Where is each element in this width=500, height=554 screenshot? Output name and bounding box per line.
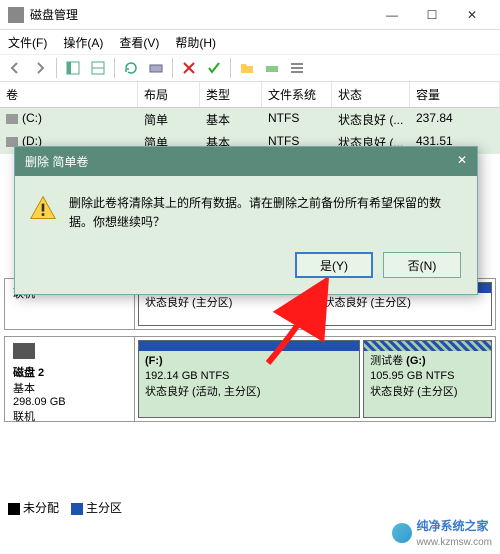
menu-file[interactable]: 文件(F)	[8, 34, 47, 51]
dialog-title: 删除 简单卷	[25, 153, 88, 170]
disk-type: 基本	[13, 380, 126, 396]
table-row[interactable]: (C:) 简单 基本 NTFS 状态良好 (... 237.84	[0, 108, 500, 131]
menu-view[interactable]: 查看(V)	[119, 34, 159, 51]
back-button[interactable]	[4, 57, 26, 79]
toolbar	[0, 54, 500, 82]
menu-help[interactable]: 帮助(H)	[175, 34, 216, 51]
legend: 未分配 主分区	[8, 499, 122, 516]
watermark-url: www.kzmsw.com	[416, 537, 492, 548]
folder-icon[interactable]	[236, 57, 258, 79]
check-icon[interactable]	[203, 57, 225, 79]
header-status[interactable]: 状态	[332, 82, 410, 107]
yes-button[interactable]: 是(Y)	[295, 252, 373, 278]
disk-icon[interactable]	[145, 57, 167, 79]
dialog-close-button[interactable]: ✕	[457, 153, 467, 170]
delete-volume-dialog: 删除 简单卷 ✕ 删除此卷将清除其上的所有数据。请在删除之前备份所有希望保留的数…	[14, 146, 478, 295]
view1-icon[interactable]	[62, 57, 84, 79]
header-capacity[interactable]: 容量	[410, 82, 500, 107]
disk-info: 磁盘 2 基本 298.09 GB 联机	[4, 336, 134, 422]
disk-map: 联机 状态良好 (主分区) 状态良好 (主分区) 磁盘 2 基本 298.09 …	[0, 274, 500, 432]
refresh-icon[interactable]	[120, 57, 142, 79]
disk-icon	[13, 343, 35, 359]
header-volume[interactable]: 卷	[0, 82, 138, 107]
watermark-text: 纯净系统之家	[416, 519, 488, 533]
partition-f[interactable]: (F:) 192.14 GB NTFS 状态良好 (活动, 主分区)	[138, 340, 360, 418]
drive-icon[interactable]	[261, 57, 283, 79]
dialog-titlebar: 删除 简单卷 ✕	[15, 147, 477, 176]
partition-g[interactable]: 测试卷 (G:) 105.95 GB NTFS 状态良好 (主分区)	[363, 340, 492, 418]
watermark-icon	[392, 523, 412, 543]
disk-name: 磁盘 2	[13, 367, 44, 379]
disk-status: 联机	[13, 408, 126, 424]
close-button[interactable]: ✕	[452, 1, 492, 29]
list-icon[interactable]	[286, 57, 308, 79]
menubar: 文件(F) 操作(A) 查看(V) 帮助(H)	[0, 30, 500, 54]
view2-icon[interactable]	[87, 57, 109, 79]
delete-icon[interactable]	[178, 57, 200, 79]
window-title: 磁盘管理	[30, 6, 372, 23]
header-fs[interactable]: 文件系统	[262, 82, 332, 107]
disk-block: 磁盘 2 基本 298.09 GB 联机 (F:) 192.14 GB NTFS…	[4, 336, 496, 422]
volume-icon	[6, 114, 18, 124]
window-titlebar: 磁盘管理 — ☐ ✕	[0, 0, 500, 30]
forward-button[interactable]	[29, 57, 51, 79]
minimize-button[interactable]: —	[372, 1, 412, 29]
no-button[interactable]: 否(N)	[383, 252, 461, 278]
app-icon	[8, 7, 24, 23]
header-type[interactable]: 类型	[200, 82, 262, 107]
watermark: 纯净系统之家 www.kzmsw.com	[392, 517, 492, 548]
header-layout[interactable]: 布局	[138, 82, 200, 107]
maximize-button[interactable]: ☐	[412, 1, 452, 29]
volume-table-header: 卷 布局 类型 文件系统 状态 容量	[0, 82, 500, 108]
dialog-message: 删除此卷将清除其上的所有数据。请在删除之前备份所有希望保留的数据。你想继续吗？	[69, 194, 463, 232]
menu-action[interactable]: 操作(A)	[63, 34, 103, 51]
disk-size: 298.09 GB	[13, 396, 126, 408]
warning-icon	[29, 194, 57, 222]
